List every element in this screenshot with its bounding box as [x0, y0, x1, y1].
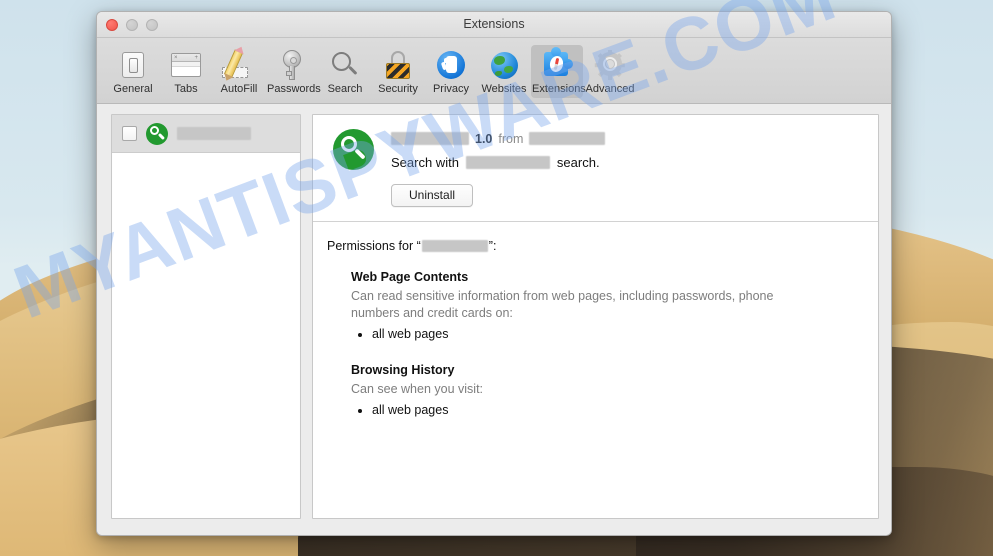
permissions-heading-suffix: ”:	[488, 239, 497, 253]
search-magnifier-icon	[320, 48, 370, 82]
toolbar-label: Tabs	[174, 83, 198, 95]
toolbar-item-tabs[interactable]: × + Tabs	[160, 45, 212, 98]
extension-description: Search with search.	[391, 155, 605, 170]
permission-description: Can see when you visit:	[351, 382, 484, 397]
permissions-extension-name-redacted	[421, 240, 488, 253]
permission-group-browsing-history: Browsing History Can see when you visit:…	[327, 362, 862, 419]
extension-detail-header: 1.0 from Search with search. Uninstall	[313, 115, 878, 222]
extension-name-redacted	[177, 127, 251, 140]
toolbar-item-security[interactable]: Security	[372, 45, 424, 98]
extension-name-redacted	[391, 132, 469, 145]
extension-vendor-redacted	[529, 132, 606, 145]
key-icon	[267, 48, 317, 82]
extensions-preferences-window: Extensions General × + Tabs AutoFill Pas…	[96, 11, 892, 536]
permission-title: Browsing History	[351, 363, 455, 378]
globe-icon	[479, 48, 529, 82]
toolbar-label: Advanced	[585, 83, 635, 95]
autofill-pencil-icon	[214, 48, 264, 82]
from-label: from	[498, 131, 524, 146]
puzzle-compass-icon	[532, 47, 582, 82]
permissions-section: Permissions for “ ”: Web Page Contents C…	[313, 222, 878, 429]
list-item: all web pages	[372, 326, 862, 343]
uninstall-button[interactable]: Uninstall	[391, 184, 474, 207]
toolbar-item-extensions[interactable]: Extensions	[531, 45, 586, 98]
permission-title: Web Page Contents	[351, 269, 469, 284]
list-item[interactable]	[112, 115, 300, 153]
toolbar-label: Websites	[481, 83, 527, 95]
description-name-redacted	[465, 156, 550, 169]
toolbar-item-search[interactable]: Search	[319, 45, 371, 98]
description-prefix: Search with	[391, 155, 459, 170]
toolbar-label: Search	[327, 83, 363, 95]
privacy-hand-icon	[426, 48, 476, 82]
green-magnifier-icon	[146, 122, 168, 145]
desktop: Extensions General × + Tabs AutoFill Pas…	[0, 0, 993, 556]
toolbar-label: Extensions	[532, 83, 586, 95]
toolbar-item-autofill[interactable]: AutoFill	[213, 45, 265, 98]
toolbar-label: Passwords	[267, 83, 321, 95]
toolbar-label: General	[113, 83, 153, 95]
permissions-heading: Permissions for “ ”:	[327, 238, 862, 255]
extensions-list[interactable]	[111, 114, 301, 519]
gear-icon	[585, 48, 635, 82]
extension-detail-pane: 1.0 from Search with search. Uninstall P…	[312, 114, 879, 519]
general-toggle-icon	[108, 48, 158, 82]
extension-identity-line: 1.0 from	[391, 131, 606, 146]
toolbar-item-passwords[interactable]: Passwords	[266, 45, 321, 98]
permission-scope-list: all web pages	[372, 326, 862, 343]
description-suffix: search.	[556, 155, 600, 170]
padlock-icon	[373, 48, 423, 82]
permissions-heading-prefix: Permissions for “	[327, 239, 421, 253]
green-magnifier-icon	[333, 129, 374, 170]
permission-scope-list: all web pages	[372, 402, 862, 419]
toolbar-label: Privacy	[432, 83, 470, 95]
window-titlebar: Extensions	[97, 12, 891, 38]
permission-group-web-page-contents: Web Page Contents Can read sensitive inf…	[327, 269, 862, 343]
toolbar-item-privacy[interactable]: Privacy	[425, 45, 477, 98]
permission-description: Can read sensitive information from web …	[351, 288, 774, 320]
toolbar-item-advanced[interactable]: Advanced	[584, 45, 636, 98]
preferences-body: 1.0 from Search with search. Uninstall P…	[97, 104, 891, 535]
extension-enable-checkbox[interactable]	[122, 126, 137, 141]
window-title: Extensions	[463, 17, 525, 31]
tabs-window-icon: × +	[161, 48, 211, 82]
preferences-toolbar: General × + Tabs AutoFill Passwords Sear…	[97, 38, 891, 104]
toolbar-label: Security	[378, 83, 418, 95]
toolbar-item-general[interactable]: General	[107, 45, 159, 98]
list-item: all web pages	[372, 402, 862, 419]
toolbar-label: AutoFill	[220, 83, 258, 95]
toolbar-item-websites[interactable]: Websites	[478, 45, 530, 98]
extension-version: 1.0	[475, 131, 493, 146]
